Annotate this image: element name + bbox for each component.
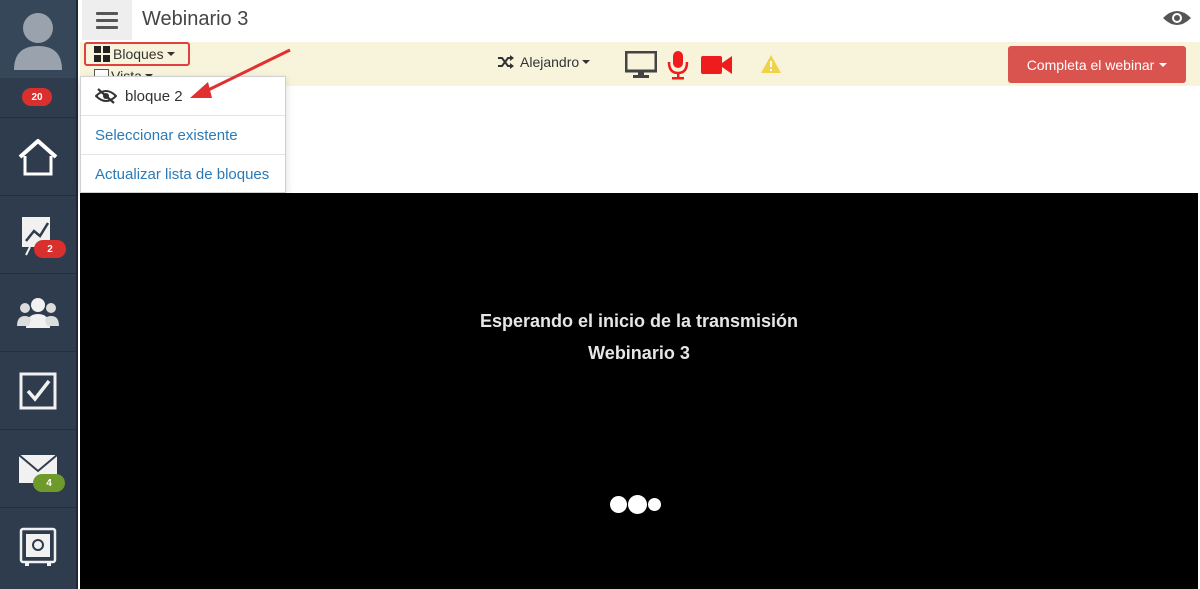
complete-webinar-button[interactable]: Completa el webinar [1008,46,1186,83]
microphone-icon[interactable] [667,50,689,80]
sidebar-item-home[interactable] [0,117,76,195]
eye-slash-icon [95,88,117,104]
avatar[interactable] [0,0,76,78]
video-stream-area[interactable]: Esperando el inicio de la transmisión We… [80,193,1198,589]
complete-webinar-label: Completa el webinar [1026,56,1155,73]
sidebar: 20 2 4 [0,0,78,589]
dropdown-item-label: Seleccionar existente [95,126,238,144]
dropdown-item-label: Actualizar lista de bloques [95,166,270,183]
presenter-name: Alejandro [520,54,580,70]
grid-icon [94,46,110,62]
hamburger-icon [96,8,118,33]
app-root: 20 2 4 Webinario 3 Bloques Alejandro Com… [0,0,1200,589]
mail-badge: 4 [33,474,65,492]
preview-button[interactable] [1162,8,1192,33]
notifications-badge[interactable]: 20 [22,88,52,106]
dropdown-item-refresh-list[interactable]: Actualizar lista de bloques [81,155,285,194]
bloques-label: Bloques [113,46,164,62]
caret-down-icon [1159,62,1168,67]
dropdown-item-select-existing[interactable]: Seleccionar existente [81,116,285,155]
stream-webinar-title: Webinario 3 [588,343,690,363]
statistics-badge: 2 [34,240,66,258]
annotation-arrow [190,48,291,98]
user-icon [14,13,62,70]
bloques-dropdown-button[interactable]: Bloques [84,42,190,66]
menu-toggle-button[interactable] [82,0,132,40]
sidebar-item-safe[interactable] [0,507,76,585]
caret-down-icon [582,60,591,64]
sidebar-item-mail[interactable]: 4 [0,429,76,507]
home-icon [18,138,58,175]
presenter-dropdown[interactable]: Alejandro [498,54,591,70]
media-controls [625,50,733,80]
sidebar-item-statistics[interactable]: 2 [0,195,76,273]
caret-down-icon [166,52,175,56]
sidebar-item-users[interactable] [0,273,76,351]
users-icon [17,297,59,328]
tasks-icon [19,372,57,409]
screen-share-icon[interactable] [625,51,657,79]
top-header: Webinario 3 [80,0,1200,42]
dropdown-item-label: bloque 2 [125,87,183,105]
shuffle-icon [498,55,514,69]
loading-indicator [610,495,662,514]
page-title: Webinario 3 [142,8,249,30]
camera-icon[interactable] [701,54,733,76]
safe-icon [19,527,57,566]
warning-icon[interactable] [760,54,782,79]
stream-status-text: Esperando el inicio de la transmisión [479,311,799,331]
sidebar-item-tasks[interactable] [0,351,76,429]
eye-icon [1163,11,1191,25]
